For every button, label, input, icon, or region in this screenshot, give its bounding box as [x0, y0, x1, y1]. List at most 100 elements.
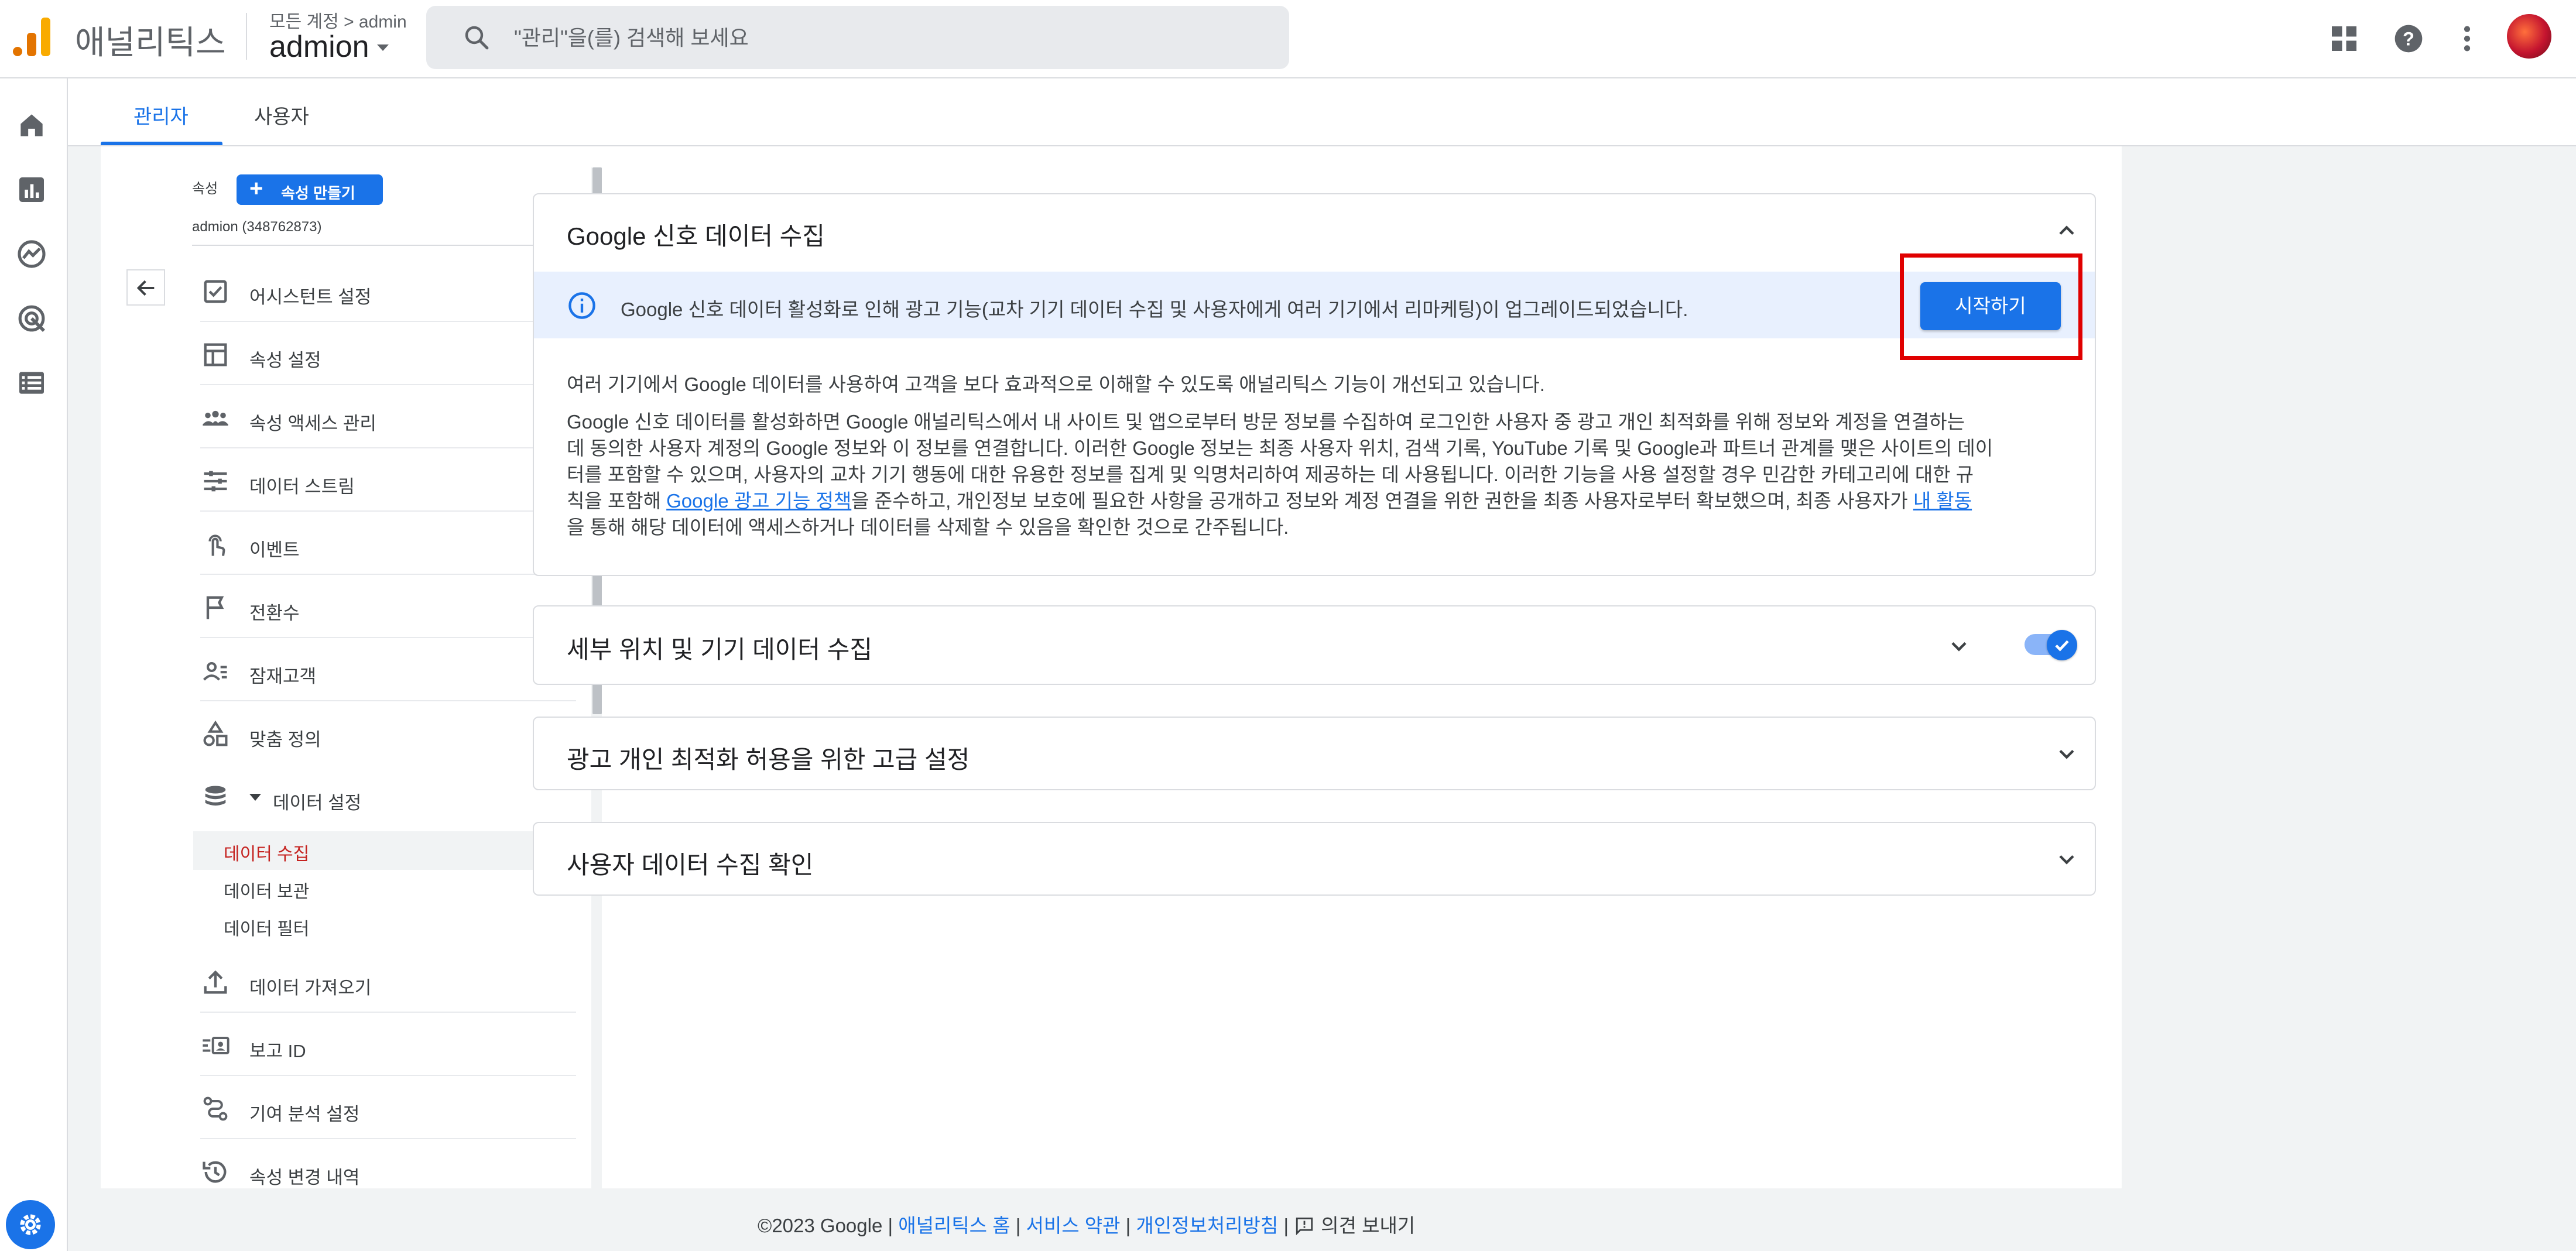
admin-content: 속성 + 속성 만들기 admion (348762873) 어시스턴트 설정 …: [101, 146, 2122, 1188]
create-property-label: 속성 만들기: [281, 184, 355, 202]
home-icon[interactable]: [15, 109, 48, 142]
sidebar-item-property-settings[interactable]: 속성 설정: [200, 322, 576, 385]
flag-icon: [206, 596, 224, 619]
sidebar-item-label: 속성 액세스 관리: [249, 413, 376, 434]
description-line: 터를 포함할 수 있으며, 사용자의 교차 기기 행동에 대한 유용한 정보를 …: [567, 464, 1974, 485]
google-signals-panel: Google 신호 데이터 수집 Google 신호 데이터 활성화로 인해 광…: [533, 193, 2096, 576]
sidebar-item-custom-definitions[interactable]: 맞춤 정의: [200, 701, 576, 765]
apps-grid-icon[interactable]: [2328, 22, 2361, 55]
caret-down-icon[interactable]: [377, 44, 389, 51]
footer: ©2023 Google | 애널리틱스 홈 | 서비스 약관 | 개인정보처리…: [758, 1210, 1415, 1238]
sidebar-item-data-import[interactable]: 데이터 가져오기: [200, 950, 576, 1013]
audience-icon: [203, 662, 227, 681]
intro-text: 여러 기기에서 Google 데이터를 사용하여 고객을 보다 효과적으로 이해…: [567, 373, 1545, 395]
analytics-logo-icon[interactable]: [13, 18, 52, 56]
panel-title: 세부 위치 및 기기 데이터 수집: [567, 636, 873, 663]
more-vert-icon[interactable]: [2451, 22, 2483, 55]
copyright: ©2023 Google: [758, 1215, 883, 1236]
sidebar-item-reporting-identity[interactable]: 보고 ID: [200, 1013, 576, 1076]
search-icon: [465, 26, 489, 50]
sidebar-item-data-settings[interactable]: 데이터 설정: [200, 765, 576, 828]
sidebar-subitem-data-collection[interactable]: 데이터 수집: [224, 839, 309, 865]
caret-down-icon: [249, 794, 261, 801]
left-nav-rail: [0, 78, 68, 1251]
analytics-home-link[interactable]: 애널리틱스 홈: [898, 1215, 1010, 1236]
description-line: Google 신호 데이터를 활성화하면 Google 애널리틱스에서 내 사이…: [567, 411, 1965, 433]
sidebar-item-label: 속성 변경 내역: [249, 1167, 360, 1188]
admin-settings-button[interactable]: [6, 1200, 55, 1249]
ads-policy-link[interactable]: Google 광고 기능 정책: [666, 490, 851, 512]
panel-title: Google 신호 데이터 수집: [567, 222, 825, 250]
sidebar-subitem-data-retention[interactable]: 데이터 보관: [224, 877, 309, 903]
gear-icon: [20, 1214, 41, 1235]
sidebar-item-attribution-settings[interactable]: 기여 분석 설정: [200, 1076, 576, 1139]
help-icon[interactable]: ?: [2392, 22, 2425, 55]
search-input[interactable]: [513, 22, 1265, 54]
sidebar-item-events[interactable]: 이벤트: [200, 512, 576, 575]
plus-icon: +: [249, 176, 263, 201]
sidebar-item-label: 속성 설정: [249, 350, 321, 371]
shapes-icon: [203, 720, 228, 746]
advertising-icon[interactable]: [15, 302, 48, 335]
tab-admin[interactable]: 관리자: [133, 101, 189, 129]
ads-personalization-panel[interactable]: 광고 개인 최적화 허용을 위한 고급 설정: [533, 717, 2096, 790]
svg-text:?: ?: [2403, 28, 2414, 50]
tab-user[interactable]: 사용자: [254, 101, 309, 129]
sidebar-item-property-access[interactable]: 속성 액세스 관리: [200, 385, 576, 448]
send-feedback-link[interactable]: 의견 보내기: [1294, 1215, 1415, 1236]
assistant-checkbox-icon: [204, 280, 227, 303]
info-banner-text: Google 신호 데이터 활성화로 인해 광고 기능(교차 기기 데이터 수집…: [621, 299, 1688, 320]
avatar[interactable]: [2507, 14, 2551, 59]
header-divider: [246, 13, 247, 60]
chevron-down-icon[interactable]: [1946, 633, 1972, 659]
sidebar-item-label: 어시스턴트 설정: [249, 287, 372, 307]
reports-icon[interactable]: [15, 173, 48, 206]
description-line: 을 통해 해당 데이터에 액세스하거나 데이터를 삭제할 수 있음을 확인한 것…: [567, 516, 1289, 538]
privacy-policy-link[interactable]: 개인정보처리방침: [1136, 1215, 1278, 1236]
sidebar-item-label: 데이터 스트림: [249, 477, 355, 497]
configure-list-icon[interactable]: [15, 366, 48, 399]
sidebar-item-audiences[interactable]: 잠재고객: [200, 638, 576, 701]
sidebar-item-label: 데이터 가져오기: [249, 978, 372, 998]
account-selector[interactable]: admion: [269, 29, 369, 64]
sidebar-subitem-data-filters[interactable]: 데이터 필터: [224, 914, 309, 940]
sidebar-item-label: 이벤트: [249, 540, 300, 560]
sidebar-item-label: 기여 분석 설정: [249, 1104, 360, 1125]
info-banner: Google 신호 데이터 활성화로 인해 광고 기능(교차 기기 데이터 수집…: [534, 272, 2095, 338]
arrow-back-icon: [136, 280, 155, 296]
chevron-down-icon[interactable]: [2054, 741, 2080, 767]
description-text-fragment: 칙을 포함해: [567, 490, 667, 512]
my-activity-link[interactable]: 내 활동: [1913, 490, 1972, 512]
property-label: 속성: [192, 181, 218, 197]
check-icon: [2055, 640, 2069, 652]
location-data-toggle[interactable]: [2047, 630, 2077, 660]
location-device-data-panel[interactable]: 세부 위치 및 기기 데이터 수집: [533, 605, 2096, 685]
chevron-down-icon[interactable]: [2054, 846, 2080, 872]
info-icon: [568, 292, 595, 319]
data-stream-icon: [204, 471, 227, 492]
search-bar[interactable]: [426, 6, 1289, 69]
create-property-button[interactable]: + 속성 만들기: [237, 174, 383, 205]
back-button[interactable]: [126, 269, 165, 306]
terms-of-service-link[interactable]: 서비스 약관: [1026, 1215, 1121, 1236]
sidebar-item-setup-assistant[interactable]: 어시스턴트 설정: [200, 259, 576, 322]
send-feedback-label: 의견 보내기: [1321, 1215, 1416, 1236]
sidebar-item-label: 잠재고객: [249, 666, 317, 687]
description-text-fragment: 을 준수하고, 개인정보 보호에 필요한 사항을 공개하고 정보와 계정 연결을…: [851, 490, 1913, 512]
database-icon: [205, 786, 226, 806]
footer-separator: |: [1125, 1215, 1131, 1236]
user-data-collection-panel[interactable]: 사용자 데이터 수집 확인: [533, 822, 2096, 896]
sidebar-item-data-streams[interactable]: 데이터 스트림: [200, 448, 576, 512]
active-tab-indicator: [101, 142, 222, 145]
property-settings-icon: [204, 343, 227, 366]
app-name[interactable]: 애널리틱스: [75, 16, 226, 64]
sidebar-item-conversions[interactable]: 전환수: [200, 575, 576, 638]
panel-title: 광고 개인 최적화 허용을 위한 고급 설정: [567, 746, 970, 773]
property-selector[interactable]: admion (348762873): [192, 219, 322, 235]
divider: [192, 245, 576, 246]
footer-separator: |: [1283, 1215, 1289, 1236]
feedback-icon: [1296, 1217, 1313, 1236]
explore-icon[interactable]: [15, 238, 48, 270]
chevron-up-icon[interactable]: [2054, 218, 2080, 244]
sidebar-item-change-history[interactable]: 속성 변경 내역: [200, 1139, 576, 1202]
